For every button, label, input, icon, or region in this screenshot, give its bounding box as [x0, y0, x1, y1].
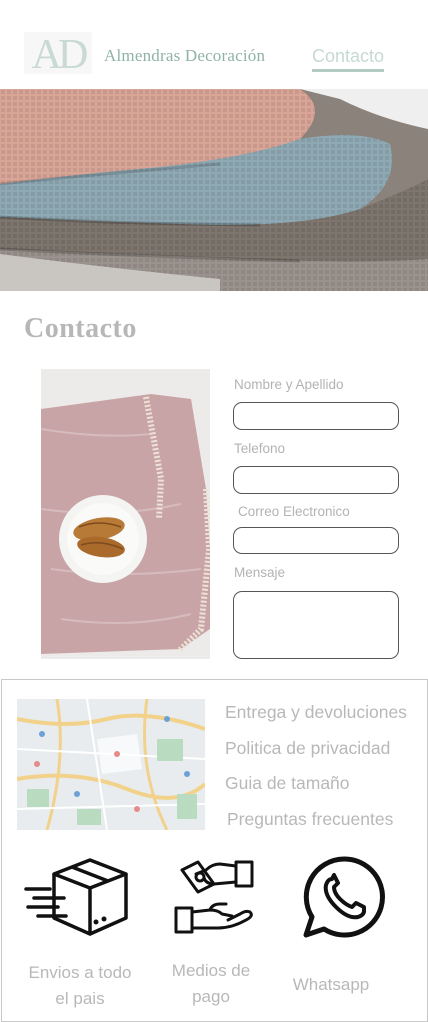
- footer-link-entrega[interactable]: Entrega y devoluciones: [225, 702, 407, 723]
- email-field[interactable]: [233, 527, 399, 554]
- footer-link-privacidad[interactable]: Politica de privacidad: [225, 738, 390, 759]
- page-title: Contacto: [24, 313, 137, 344]
- logo-monogram-icon[interactable]: AD: [24, 32, 92, 74]
- brand-name: Almendras Decoración: [104, 46, 266, 65]
- delivery-box-icon: [24, 858, 128, 936]
- feature-shipping-label: Envios a todo el pais: [18, 960, 142, 1012]
- footer-link-preguntas[interactable]: Preguntas frecuentes: [227, 809, 393, 830]
- name-label: Nombre y Apellido: [234, 377, 344, 392]
- shipping-line-2: el pais: [55, 989, 105, 1008]
- svg-text:AD: AD: [32, 32, 87, 74]
- whatsapp-icon[interactable]: [302, 855, 386, 939]
- site-header: AD Almendras Decoración Contacto: [0, 0, 428, 89]
- product-photo: [41, 369, 210, 659]
- message-label: Mensaje: [234, 565, 286, 580]
- payment-line-2: pago: [192, 987, 230, 1006]
- nav-link-contacto[interactable]: Contacto: [312, 46, 385, 72]
- feature-whatsapp-label[interactable]: Whatsapp: [280, 972, 382, 998]
- feature-payment-label: Medios de pago: [156, 958, 266, 1010]
- message-field[interactable]: [233, 591, 399, 659]
- payment-hands-icon: [174, 860, 254, 934]
- name-field[interactable]: [233, 402, 399, 430]
- phone-field[interactable]: [233, 466, 399, 494]
- phone-label: Telefono: [234, 441, 286, 456]
- hero-image: [0, 89, 428, 291]
- location-map[interactable]: [17, 699, 205, 830]
- email-label: Correo Electronico: [238, 504, 350, 519]
- shipping-line-1: Envios a todo: [28, 963, 132, 982]
- footer-link-guia[interactable]: Guia de tamaño: [225, 773, 350, 794]
- payment-line-1: Medios de: [171, 961, 251, 980]
